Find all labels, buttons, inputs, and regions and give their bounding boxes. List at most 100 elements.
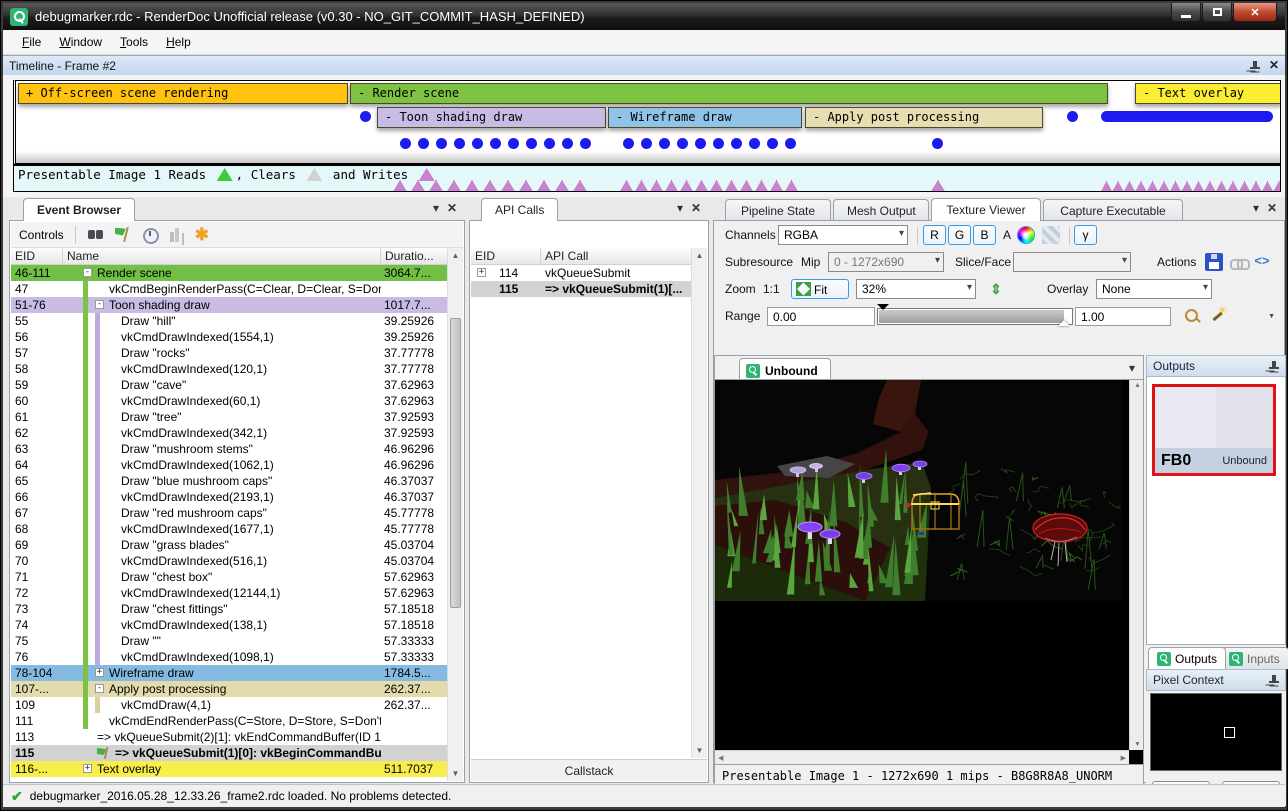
minimize-button[interactable] — [1171, 3, 1201, 22]
event-row-113[interactable]: 113=> vkQueueSubmit(2)[1]: vkEndCommandB… — [11, 729, 447, 745]
scroll-down-icon[interactable]: ▼ — [1134, 741, 1141, 748]
output-thumbnail-fb0[interactable]: FB0 Unbound — [1152, 384, 1276, 476]
event-dot[interactable] — [360, 111, 371, 122]
event-dot[interactable] — [785, 138, 796, 149]
event-dot[interactable] — [1067, 111, 1078, 122]
texture-horizontal-scrollbar[interactable]: ◀ ▶ — [715, 750, 1129, 764]
timeline-close-icon[interactable]: ✕ — [1269, 58, 1279, 72]
timeline-marker-wireframe-draw[interactable]: - Wireframe draw — [608, 107, 802, 128]
usage-triangle[interactable] — [1204, 181, 1217, 192]
event-row-58[interactable]: 58vkCmdDrawIndexed(120,1)37.77778 — [11, 361, 447, 377]
usage-triangle[interactable] — [1112, 181, 1125, 192]
event-row-71[interactable]: 71Draw "chest box"57.62963 — [11, 569, 447, 585]
event-row-56[interactable]: 56vkCmdDrawIndexed(1554,1)39.25926 — [11, 329, 447, 345]
usage-triangle[interactable] — [739, 180, 754, 192]
event-dot[interactable] — [749, 138, 760, 149]
event-browser-scrollbar[interactable]: ▲ ▼ — [447, 248, 463, 781]
range-slider[interactable] — [877, 308, 1073, 325]
tab-api-calls[interactable]: API Calls — [481, 198, 558, 221]
usage-triangle[interactable] — [930, 180, 946, 192]
channels-select[interactable]: RGBA — [778, 225, 908, 245]
usage-triangle[interactable] — [1215, 181, 1228, 192]
usage-triangle[interactable] — [784, 180, 799, 192]
usage-triangle[interactable] — [1135, 181, 1148, 192]
event-dot[interactable] — [544, 138, 555, 149]
event-row-62[interactable]: 62vkCmdDrawIndexed(342,1)37.92593 — [11, 425, 447, 441]
event-dot[interactable] — [767, 138, 778, 149]
timeline-marker-off-screen-scene-rendering[interactable]: + Off-screen scene rendering — [18, 83, 348, 104]
event-row-61[interactable]: 61Draw "tree"37.92593 — [11, 409, 447, 425]
close-button[interactable]: ✕ — [1233, 3, 1277, 22]
scrollbar-thumb[interactable] — [450, 318, 461, 608]
slice-face-select[interactable] — [1013, 252, 1131, 272]
scroll-up-icon[interactable]: ▲ — [692, 248, 707, 263]
api-calls-scrollbar[interactable]: ▲ ▼ — [691, 248, 707, 758]
usage-triangle[interactable] — [464, 180, 480, 192]
dock-menu-icon[interactable]: ▾ — [677, 202, 683, 214]
event-row-76[interactable]: 76vkCmdDrawIndexed(1098,1)57.33333 — [11, 649, 447, 665]
usage-triangle[interactable] — [1227, 181, 1240, 192]
event-row-74[interactable]: 74vkCmdDrawIndexed(138,1)57.18518 — [11, 617, 447, 633]
event-dot[interactable] — [508, 138, 519, 149]
event-row-78-104[interactable]: 78-104+Wireframe draw1784.5... — [11, 665, 447, 681]
event-dot[interactable] — [641, 138, 652, 149]
usage-triangle[interactable] — [724, 180, 739, 192]
event-dot[interactable] — [713, 138, 724, 149]
column-eid[interactable]: EID — [11, 248, 63, 264]
event-row-47[interactable]: 47vkCmdBeginRenderPass(C=Clear, D=Clear,… — [11, 281, 447, 297]
dock-menu-icon[interactable]: ▾ — [1253, 202, 1259, 214]
event-row-75[interactable]: 75Draw ""57.33333 — [11, 633, 447, 649]
mip-select[interactable]: 0 - 1272x690 — [828, 252, 944, 272]
menu-window[interactable]: Window — [50, 32, 111, 52]
tab-mesh-output[interactable]: Mesh Output — [833, 199, 929, 221]
event-dot[interactable] — [932, 138, 943, 149]
pin-icon[interactable] — [1268, 674, 1280, 687]
flip-y-icon[interactable]: ⇕ — [987, 280, 1005, 298]
event-row-59[interactable]: 59Draw "cave"37.62963 — [11, 377, 447, 393]
usage-triangle[interactable] — [500, 180, 516, 192]
panel-close-icon[interactable]: ✕ — [447, 202, 457, 214]
event-dot[interactable] — [562, 138, 573, 149]
usage-triangle[interactable] — [572, 180, 588, 192]
bookmark-icon[interactable]: ✱ — [195, 226, 209, 243]
menu-help[interactable]: Help — [157, 32, 200, 52]
collapse-icon[interactable]: - — [83, 268, 92, 277]
expand-icon[interactable]: + — [477, 268, 486, 277]
tab-unbound-texture[interactable]: Unbound — [739, 358, 831, 380]
event-row-67[interactable]: 67Draw "red mushroom caps"45.77778 — [11, 505, 447, 521]
event-row-57[interactable]: 57Draw "rocks"37.77778 — [11, 345, 447, 361]
dock-menu-icon[interactable]: ▾ — [433, 202, 439, 214]
range-max-field[interactable]: 1.00 — [1075, 307, 1171, 326]
usage-triangle[interactable] — [679, 180, 694, 192]
usage-triangle[interactable] — [1250, 181, 1263, 192]
channel-r-button[interactable]: R — [923, 225, 946, 245]
usage-triangle[interactable] — [1192, 181, 1205, 192]
timeline-marker-render-scene[interactable]: - Render scene — [350, 83, 1108, 104]
save-texture-icon[interactable] — [1205, 253, 1223, 271]
usage-triangle[interactable] — [482, 180, 498, 192]
event-dot[interactable] — [677, 138, 688, 149]
event-row-109[interactable]: 109vkCmdDraw(4,1)262.37... — [11, 697, 447, 713]
usage-triangle[interactable] — [664, 180, 679, 192]
usage-triangle[interactable] — [446, 180, 462, 192]
usage-triangle[interactable] — [769, 180, 784, 192]
scroll-up-icon[interactable]: ▲ — [448, 248, 463, 263]
timeline-marker-text-overlay[interactable]: - Text overlay — [1135, 83, 1281, 104]
scroll-right-icon[interactable]: ▶ — [1121, 754, 1126, 762]
menu-tools[interactable]: Tools — [111, 32, 157, 52]
event-row-111[interactable]: 111vkCmdEndRenderPass(C=Store, D=Store, … — [11, 713, 447, 729]
column-eid[interactable]: EID — [471, 248, 541, 264]
usage-triangle[interactable] — [754, 180, 769, 192]
usage-triangle[interactable] — [554, 180, 570, 192]
event-dot[interactable] — [400, 138, 411, 149]
usage-triangle[interactable] — [634, 180, 649, 192]
scroll-down-icon[interactable]: ▼ — [448, 766, 463, 781]
texture-list-dropdown-icon[interactable]: ▾ — [1129, 362, 1135, 374]
texture-viewport[interactable]: ▲ ▼ ◀ ▶ — [714, 379, 1144, 765]
event-row-46-111[interactable]: 46-111-Render scene3064.7... — [11, 265, 447, 281]
channel-g-button[interactable]: G — [948, 225, 971, 245]
range-white-handle[interactable] — [1058, 314, 1070, 326]
autofit-wand-icon[interactable] — [1209, 307, 1227, 325]
usage-triangle[interactable] — [1238, 181, 1251, 192]
event-dot[interactable] — [623, 138, 634, 149]
